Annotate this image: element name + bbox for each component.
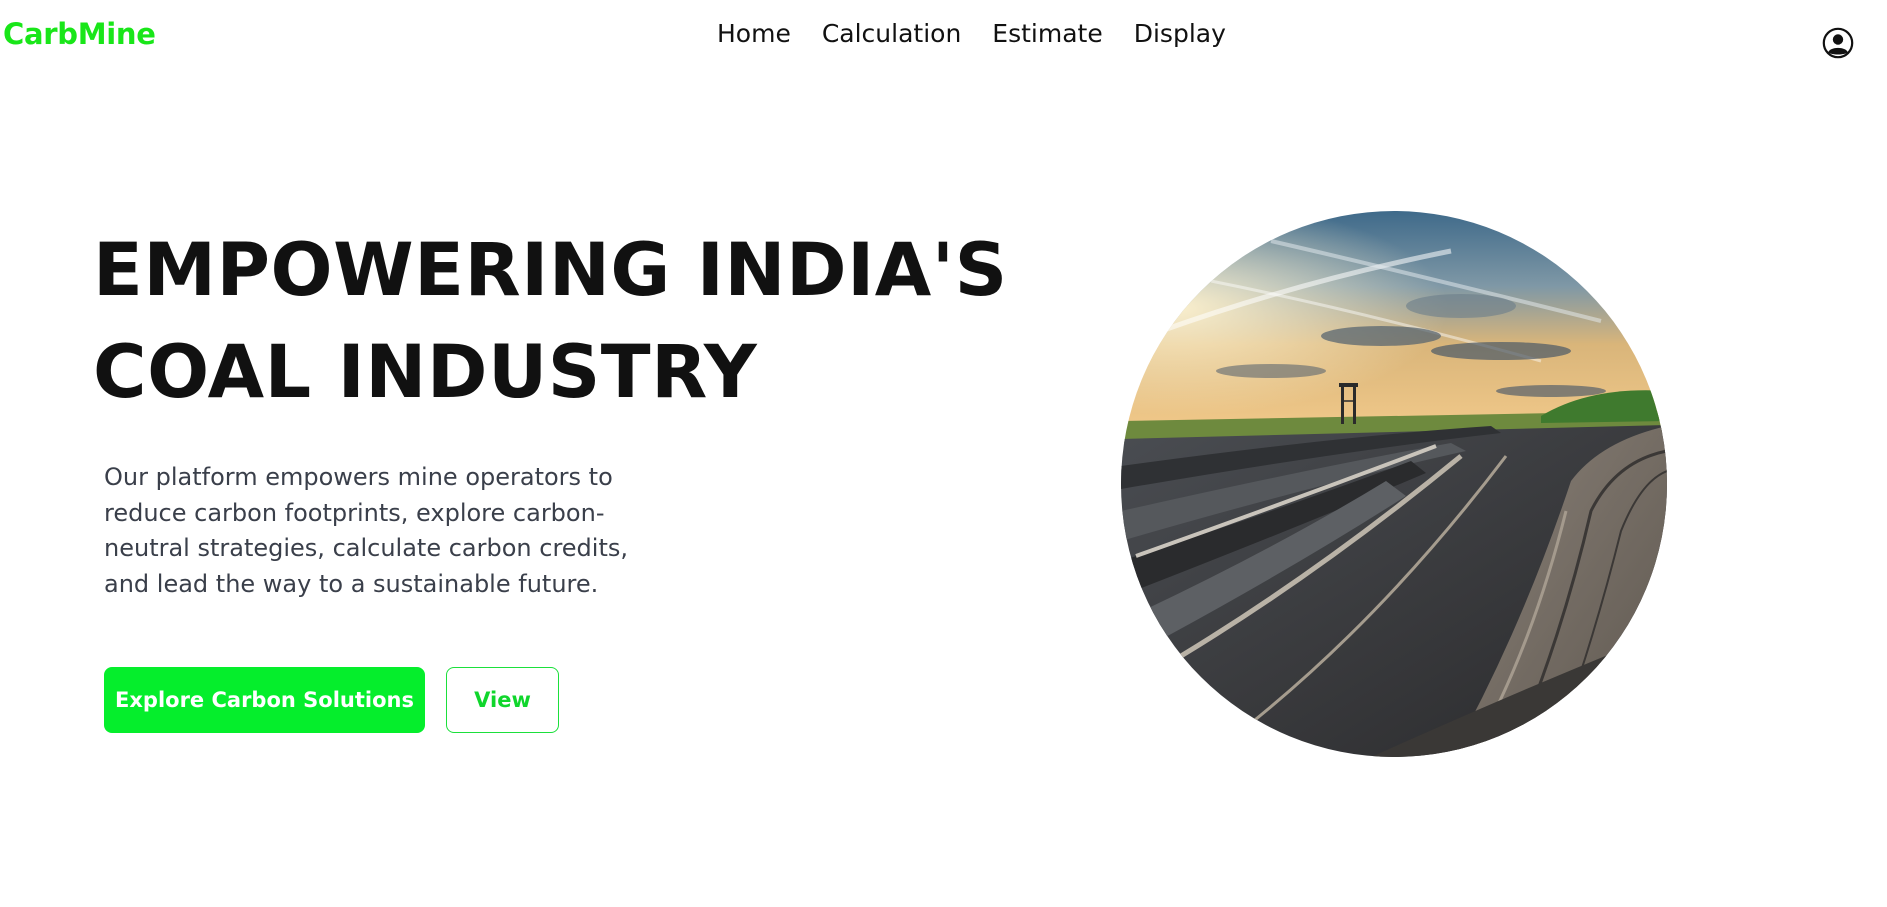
page: CarbMine Home Calculation Estimate Displ… bbox=[0, 0, 1887, 907]
brand-logo[interactable]: CarbMine bbox=[3, 17, 156, 51]
hero-title-line-1: EMPOWERING INDIA'S bbox=[93, 228, 1008, 313]
hero-title: EMPOWERING INDIA'S COAL INDUSTRY bbox=[93, 220, 1008, 424]
nav-home[interactable]: Home bbox=[717, 16, 791, 52]
mine-landscape-image bbox=[1121, 211, 1667, 757]
view-button[interactable]: View bbox=[446, 667, 559, 733]
hero-description: Our platform empowers mine operators to … bbox=[104, 463, 628, 598]
explore-carbon-solutions-button[interactable]: Explore Carbon Solutions bbox=[104, 667, 425, 733]
main-nav: Home Calculation Estimate Display bbox=[717, 16, 1257, 52]
user-circle-icon[interactable] bbox=[1822, 27, 1854, 59]
nav-estimate[interactable]: Estimate bbox=[992, 16, 1102, 52]
hero-title-line-2: COAL INDUSTRY bbox=[93, 330, 758, 415]
nav-calculation[interactable]: Calculation bbox=[822, 16, 961, 52]
nav-display[interactable]: Display bbox=[1134, 16, 1226, 52]
